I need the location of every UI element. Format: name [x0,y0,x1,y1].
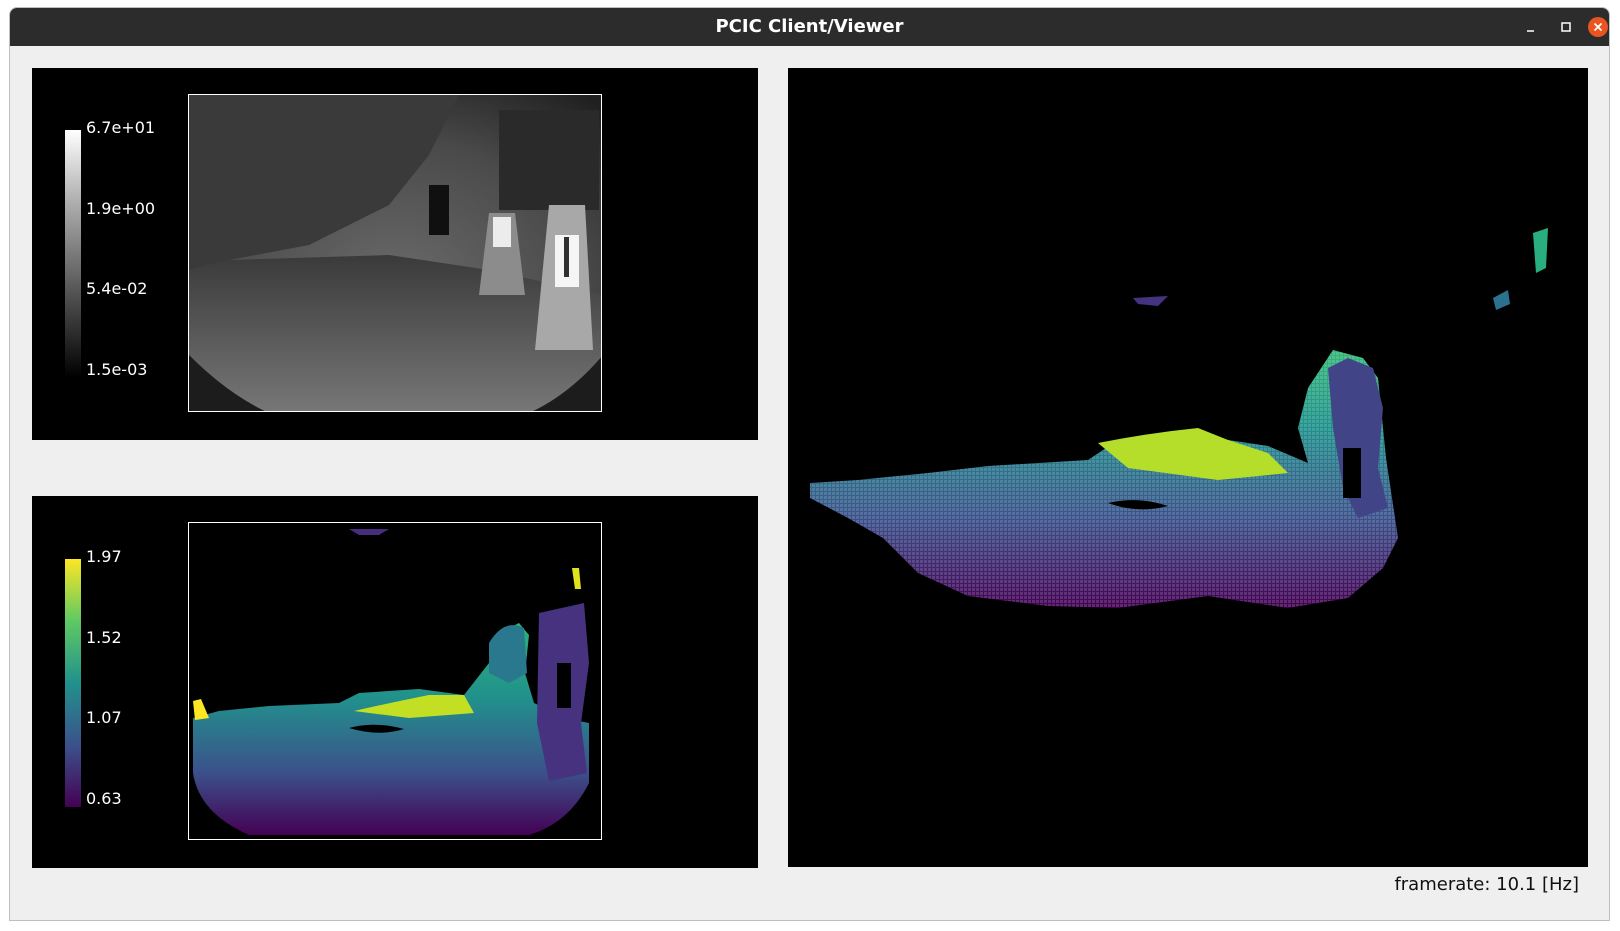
minimize-icon [1527,30,1534,32]
distance-panel[interactable]: 1.97 1.52 1.07 0.63 [32,496,758,868]
close-button[interactable] [1588,17,1608,37]
titlebar[interactable]: PCIC Client/Viewer [10,8,1609,46]
maximize-button[interactable] [1556,17,1576,37]
framerate-label: framerate: 10.1 [Hz] [1394,874,1579,895]
amplitude-tick-3: 5.4e-02 [86,279,148,298]
pointcloud-panel[interactable] [788,68,1588,867]
amplitude-tick-2: 1.9e+00 [86,199,156,218]
distance-tick-max: 1.97 [86,547,122,566]
amplitude-colorbar [65,130,81,378]
window-title: PCIC Client/Viewer [715,16,904,37]
distance-colorbar [65,559,81,807]
distance-scene [189,523,601,839]
amplitude-tick-min: 1.5e-03 [86,360,148,379]
distance-tick-3: 1.07 [86,708,122,727]
distance-tick-2: 1.52 [86,628,122,647]
amplitude-scene [189,95,601,411]
close-button-bg [1588,17,1608,37]
amplitude-image[interactable] [188,94,602,412]
distance-image[interactable] [188,522,602,840]
amplitude-tick-max: 6.7e+01 [86,118,156,137]
amplitude-panel[interactable]: 6.7e+01 1.9e+00 5.4e-02 1.5e-03 [32,68,758,440]
close-icon [1593,22,1603,32]
pointcloud-scene [810,228,1548,608]
minimize-button[interactable] [1521,17,1541,37]
maximize-icon [1561,22,1571,32]
distance-tick-min: 0.63 [86,789,122,808]
app-window: PCIC Client/Viewer 6.7e+01 1.9e+00 5.4e-… [9,7,1610,921]
